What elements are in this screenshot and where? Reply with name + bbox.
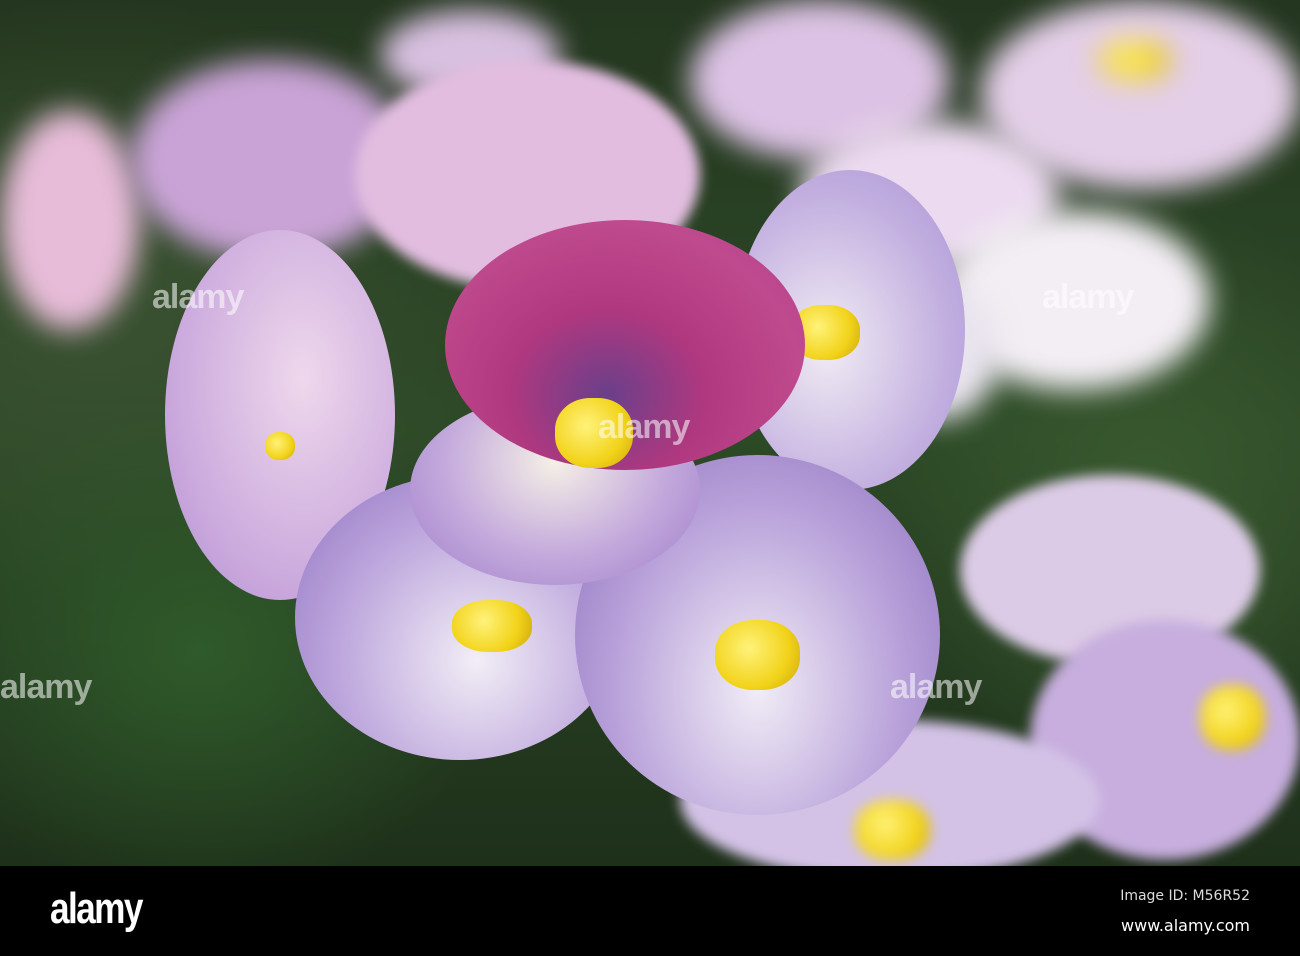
watermark: alamy — [0, 668, 92, 706]
site-url: www.alamy.com — [1121, 916, 1250, 935]
watermark: alamy — [1042, 278, 1134, 316]
flower-center — [1100, 40, 1170, 80]
image-id: Image ID: M56R52 — [1120, 888, 1250, 904]
flower-photo: alamy alamy alamy alamy alamy — [0, 0, 1300, 866]
flower-center — [452, 600, 532, 652]
watermark: alamy — [598, 408, 690, 446]
flower-center — [265, 432, 295, 460]
flower-center — [715, 620, 800, 690]
flower-center — [1200, 685, 1265, 750]
flower-center — [855, 800, 930, 860]
footer-bar: alamy Image ID: M56R52 www.alamy.com — [0, 866, 1300, 956]
watermark: alamy — [152, 278, 244, 316]
background-flower — [0, 110, 140, 330]
watermark: alamy — [890, 668, 982, 706]
alamy-logo: alamy — [50, 884, 143, 933]
